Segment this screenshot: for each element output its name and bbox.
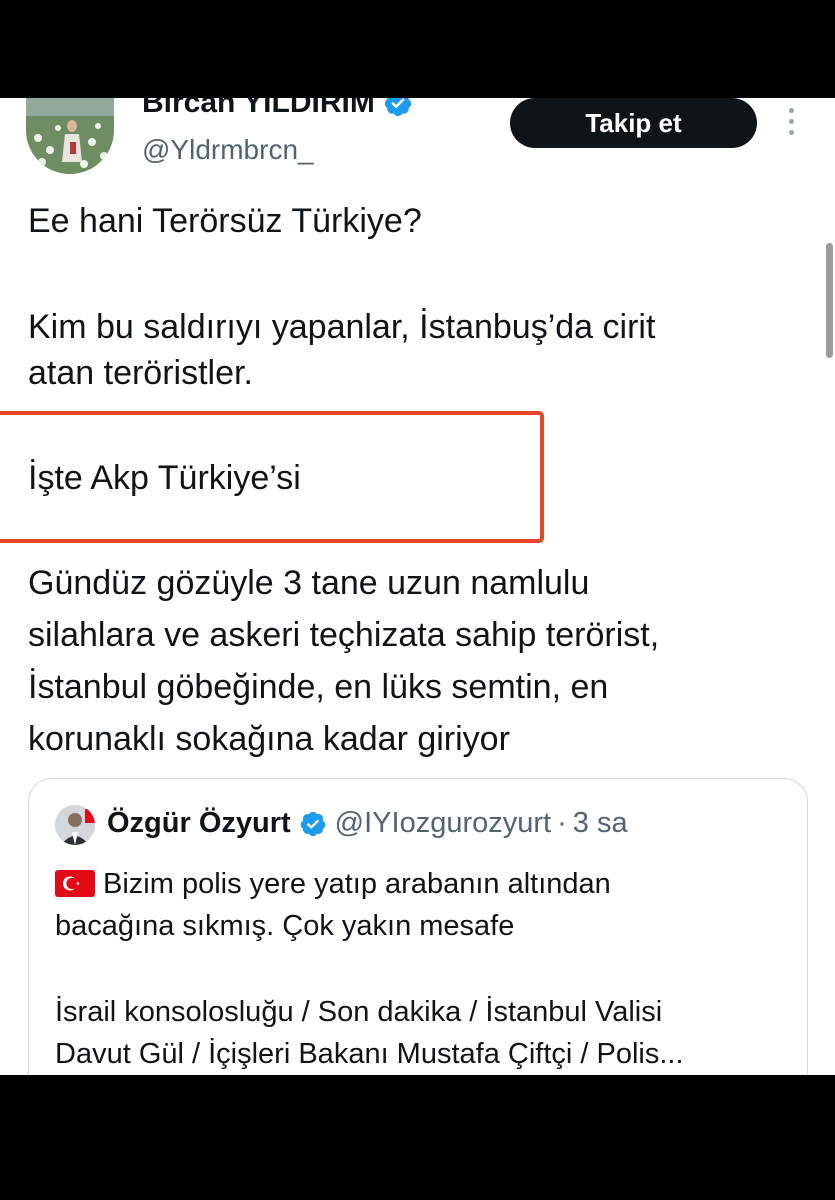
quoted-text-line: Davut Gül / İçişleri Bakanı Mustafa Çift… — [55, 1038, 684, 1070]
follow-button[interactable]: Takip et — [510, 98, 757, 148]
quoted-text-line: Bizim polis yere yatıp arabanın altından — [55, 863, 611, 905]
tweet-text-line: silahlara ve askeri teçhizata sahip terö… — [28, 616, 660, 654]
tweet-highlighted-text: İşte Akp Türkiye’si — [28, 459, 301, 497]
tweet-text-line: Ee hani Terörsüz Türkiye? — [28, 202, 422, 240]
tweet-text-line: Kim bu saldırıyı yapanlar, İstanbuş’da c… — [28, 308, 656, 346]
quoted-tweet[interactable]: Özgür Özyurt @IYIozgurozyurt · 3 sa Bizi… — [28, 778, 808, 1075]
quoted-author-avatar[interactable] — [55, 805, 95, 845]
turkey-flag-icon — [55, 867, 95, 897]
quoted-timestamp[interactable]: 3 sa — [573, 807, 628, 840]
quoted-text-line: bacağına sıkmış. Çok yakın mesafe — [55, 910, 515, 942]
author-avatar[interactable] — [26, 98, 114, 174]
author-name-text: Bircan YILDIRIM — [142, 98, 375, 119]
tweet-screen: Bircan YILDIRIM @Yldrmbrcn_ Takip et Ee … — [0, 98, 835, 1075]
tweet-text-line: atan teröristler. — [28, 354, 253, 392]
quoted-text: Bizim polis yere yatıp arabanın altından — [103, 868, 611, 900]
more-options-icon[interactable] — [784, 108, 798, 140]
tweet-text-line: İstanbul göbeğinde, en lüks semtin, en — [28, 668, 609, 706]
quoted-author-name[interactable]: Özgür Özyurt — [107, 807, 291, 840]
quoted-header: Özgür Özyurt @IYIozgurozyurt · 3 sa — [107, 807, 628, 840]
quoted-author-handle[interactable]: @IYIozgurozyurt — [335, 807, 551, 840]
meta-separator: · — [557, 807, 567, 839]
author-handle[interactable]: @Yldrmbrcn_ — [142, 134, 314, 166]
scrollbar[interactable] — [826, 243, 833, 358]
tweet-text-line: korunaklı sokağına kadar giriyor — [28, 720, 510, 758]
verified-badge-icon — [383, 98, 413, 118]
verified-badge-icon — [299, 810, 327, 838]
tweet-text-line: Gündüz gözüyle 3 tane uzun namlulu — [28, 564, 590, 602]
tweet-header: Bircan YILDIRIM @Yldrmbrcn_ Takip et — [0, 98, 835, 188]
quoted-text-line: İsrail konsolosluğu / Son dakika / İstan… — [55, 996, 663, 1028]
author-name[interactable]: Bircan YILDIRIM — [142, 98, 413, 120]
